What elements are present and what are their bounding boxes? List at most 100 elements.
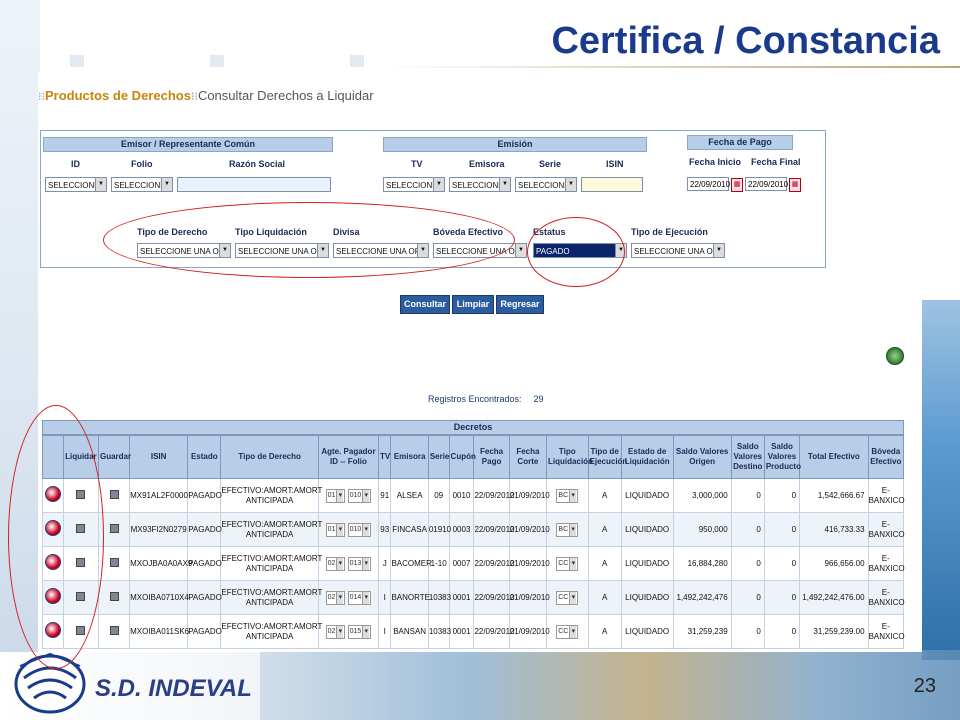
isin-input[interactable] [581, 177, 643, 192]
agente-id-select[interactable]: 01 ▾ [325, 488, 346, 503]
tipo-liquidacion-select[interactable]: BC ▾ [556, 522, 579, 537]
emisora-label: Emisora [469, 159, 505, 169]
chevron-down-icon: ▼ [417, 244, 428, 257]
agente-id-select[interactable]: 02 ▾ [325, 590, 346, 605]
agente-folio-select[interactable]: 013 ▾ [347, 556, 372, 571]
liquidar-cell [62, 580, 100, 615]
guardar-checkbox[interactable] [109, 489, 119, 499]
boveda-cell: E-BANXICO [867, 478, 905, 513]
limpiar-button[interactable]: Limpiar [452, 295, 494, 314]
row-action-cell [42, 614, 64, 649]
agente-id-select[interactable]: 01 ▾ [325, 522, 346, 537]
isin-cell[interactable]: MX93FI2N0279 [129, 512, 189, 547]
serie-cell: 10383 [427, 580, 451, 615]
tipo-derecho-select-value: SELECCIONE UNA OP( [140, 247, 227, 256]
divisa-select[interactable]: SELECCIONE UNA OP(▼ [333, 243, 429, 258]
certificate-icon[interactable] [44, 554, 61, 570]
guardar-checkbox[interactable] [109, 591, 119, 601]
folio-select[interactable]: SELECCIONE ▼ [111, 177, 173, 192]
slide-background-right [922, 300, 960, 660]
tipo-liquidacion-select[interactable]: SELECCIONE UNA OP(▼ [235, 243, 329, 258]
fecha-inicio-input[interactable]: 22/09/2010 [687, 177, 730, 191]
estado-cell: PAGADO [187, 478, 222, 513]
estado-cell: PAGADO [187, 580, 222, 615]
guardar-cell [97, 546, 131, 581]
razon-social-input[interactable] [177, 177, 331, 192]
agente-id-select[interactable]: 02 ▾ [325, 556, 346, 571]
tipo-liquidacion-select[interactable]: CC ▾ [556, 556, 579, 571]
grid-header-cell: Estado de Liquidación [620, 435, 674, 479]
saldo-producto-cell: 0 [763, 478, 801, 513]
estado-cell: PAGADO [187, 546, 222, 581]
estatus-select[interactable]: PAGADO ▼ [533, 243, 627, 258]
liquidar-cell [62, 478, 100, 513]
certificate-icon[interactable] [44, 520, 61, 536]
certificate-icon[interactable] [44, 588, 61, 604]
chevron-down-icon: ▾ [362, 625, 370, 638]
guardar-checkbox[interactable] [109, 625, 119, 635]
grid-header-cell: Total Efectivo [799, 435, 869, 479]
agente-id-select[interactable]: 02 ▾ [325, 624, 346, 639]
fecha-inicio-label: Fecha Inicio [689, 157, 742, 167]
isin-cell[interactable]: MXOJBA0A0AX9 [129, 546, 192, 581]
group-fecha-header: Fecha de Pago [687, 135, 793, 150]
serie-cell: 10383 [427, 614, 451, 649]
calendar-icon[interactable]: ▦ [789, 178, 801, 192]
tv-cell: I [378, 614, 392, 649]
liquidar-checkbox[interactable] [76, 489, 86, 499]
certificate-icon[interactable] [44, 486, 61, 502]
boveda-efectivo-select[interactable]: SELECCIONE UNA OP(▼ [433, 243, 527, 258]
liquidar-checkbox[interactable] [76, 557, 86, 567]
tipo-liquidacion-label: Tipo Liquidación [235, 227, 307, 237]
fecha-final-input[interactable]: 22/09/2010 [745, 177, 788, 191]
regresar-button[interactable]: Regresar [496, 295, 544, 314]
id-select[interactable]: SELECCIONE ▼ [45, 177, 107, 192]
fecha-corte-cell: 21/09/2010 [508, 546, 550, 581]
tipo-liquidacion-select-value: SELECCIONE UNA OP( [238, 247, 325, 256]
tipo-liquidacion-value: CC [558, 627, 569, 635]
consultar-button[interactable]: Consultar [400, 295, 450, 314]
tipo-liquidacion-select[interactable]: BC ▾ [556, 488, 579, 503]
liquidar-checkbox[interactable] [76, 625, 86, 635]
tipo-ejecucion-select[interactable]: SELECCIONE UNA OP(▼ [631, 243, 725, 258]
fecha-corte-cell: 21/09/2010 [508, 478, 550, 513]
agente-folio-select[interactable]: 010 ▾ [347, 522, 372, 537]
cupon-cell: 0001 [448, 580, 475, 615]
agente-id-value: 02 [327, 627, 336, 635]
row-action-cell [42, 580, 64, 615]
emisora-select[interactable]: SELECCIONE ▼ [449, 177, 511, 192]
tv-cell: J [378, 546, 392, 581]
certificate-icon[interactable] [44, 622, 61, 638]
liquidar-checkbox[interactable] [76, 591, 86, 601]
chevron-down-icon: ▾ [336, 489, 344, 502]
agente-folio-select[interactable]: 014 ▾ [347, 590, 372, 605]
tipo-derecho-select[interactable]: SELECCIONE UNA OP(▼ [137, 243, 231, 258]
serie-select[interactable]: SELECCIONE ▼ [515, 177, 577, 192]
guardar-checkbox[interactable] [109, 523, 119, 533]
tv-select[interactable]: SELECCIONE ▼ [383, 177, 445, 192]
registros-encontrados: Registros Encontrados: 29 [428, 394, 544, 404]
guardar-checkbox[interactable] [109, 557, 119, 567]
isin-cell[interactable]: MX91AL2F0000 [129, 478, 189, 513]
liquidar-checkbox[interactable] [76, 523, 86, 533]
saldo-destino-cell: 0 [730, 478, 765, 513]
grid-header-cell: Saldo Valores Producto [763, 435, 801, 479]
chevron-down-icon: ▾ [362, 489, 370, 502]
tipo-liquidacion-select[interactable]: CC ▾ [556, 624, 579, 639]
registros-count: 29 [533, 394, 544, 404]
isin-cell[interactable]: MXOIBA0710X4 [129, 580, 189, 615]
tipo-liquidacion-select[interactable]: CC ▾ [556, 590, 579, 605]
breadcrumb-section[interactable]: Productos de Derechos [45, 88, 191, 103]
calendar-icon[interactable]: ▦ [731, 178, 743, 192]
total-efectivo-cell: 1,492,242,476.00 [799, 580, 869, 615]
agente-folio-select[interactable]: 010 ▾ [347, 488, 372, 503]
refresh-icon[interactable] [886, 347, 904, 365]
grid-header-cell: TV [378, 435, 392, 479]
agente-id-value: 02 [327, 559, 336, 567]
saldo-destino-cell: 0 [730, 580, 765, 615]
chevron-down-icon: ▼ [615, 244, 626, 257]
serie-select-value: SELECCIONE [518, 181, 570, 190]
estado-cell: PAGADO [187, 614, 222, 649]
isin-cell[interactable]: MXOIBA011SK6 [129, 614, 189, 649]
agente-folio-select[interactable]: 015 ▾ [347, 624, 372, 639]
